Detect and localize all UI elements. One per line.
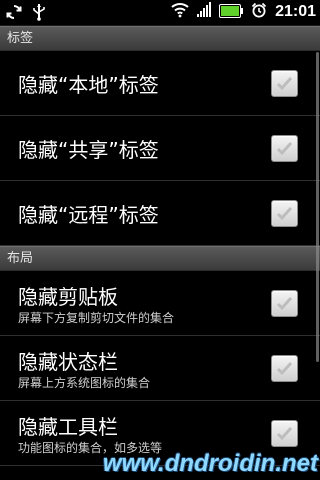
- check-icon: [276, 361, 293, 376]
- pref-checkbox[interactable]: [271, 290, 298, 317]
- signal-icon: [197, 2, 212, 22]
- pref-checkbox[interactable]: [271, 420, 298, 447]
- pref-checkbox[interactable]: [271, 135, 298, 162]
- usb-icon: [32, 3, 46, 25]
- pref-summary: 屏幕上方系统图标的集合: [18, 376, 151, 390]
- pref-hide-remote-tab[interactable]: 隐藏“远程”标签: [0, 181, 320, 246]
- alarm-icon: [251, 2, 267, 22]
- pref-hide-statusbar[interactable]: 隐藏状态栏 屏幕上方系统图标的集合: [0, 336, 320, 401]
- sync-icon: [6, 4, 22, 24]
- check-icon: [276, 426, 293, 441]
- pref-checkbox[interactable]: [271, 200, 298, 227]
- pref-title: 隐藏工具栏: [18, 415, 118, 439]
- pref-title: 隐藏状态栏: [18, 350, 118, 374]
- wifi-icon: [171, 2, 189, 22]
- check-icon: [276, 76, 293, 91]
- check-icon: [276, 206, 293, 221]
- pref-checkbox[interactable]: [271, 70, 298, 97]
- status-bar: 21:01: [0, 0, 320, 26]
- battery-icon: [219, 3, 244, 22]
- section-header-tabs: 标签: [0, 26, 320, 51]
- pref-summary: 屏幕下方复制剪切文件的集合: [18, 311, 175, 325]
- pref-title: 隐藏“本地”标签: [18, 73, 159, 97]
- pref-hide-shared-tab[interactable]: 隐藏“共享”标签: [0, 116, 320, 181]
- pref-hide-clipboard[interactable]: 隐藏剪贴板 屏幕下方复制剪切文件的集合: [0, 271, 320, 336]
- pref-title: 隐藏剪贴板: [18, 285, 118, 309]
- pref-checkbox[interactable]: [271, 355, 298, 382]
- pref-title: 隐藏“共享”标签: [18, 138, 159, 162]
- watermark: www.dndroidin.net: [102, 450, 318, 477]
- pref-title: 隐藏“远程”标签: [18, 203, 159, 227]
- section-header-layout: 布局: [0, 246, 320, 271]
- scrollbar[interactable]: [316, 52, 319, 362]
- check-icon: [276, 141, 293, 156]
- check-icon: [276, 296, 293, 311]
- pref-hide-local-tab[interactable]: 隐藏“本地”标签: [0, 51, 320, 116]
- status-time: 21:01: [275, 3, 316, 20]
